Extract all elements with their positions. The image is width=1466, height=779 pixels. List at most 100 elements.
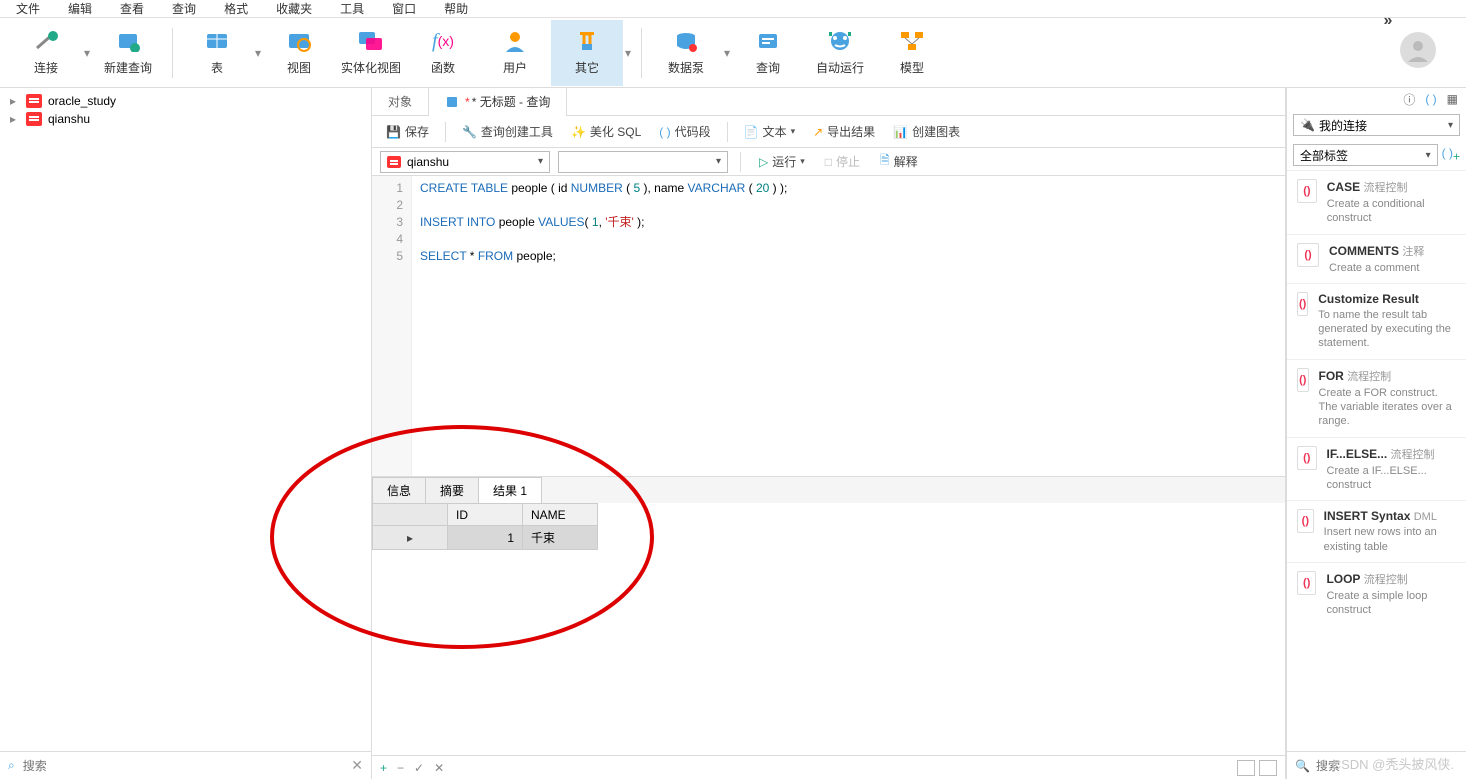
tb-fx[interactable]: f(x)函数 bbox=[407, 20, 479, 86]
tb-other-dd[interactable]: ▾ bbox=[623, 21, 633, 85]
explain-icon: 🗎 bbox=[880, 151, 890, 172]
text-icon: 📄 bbox=[744, 125, 759, 139]
sidebar-search-input[interactable] bbox=[23, 759, 344, 773]
info-icon[interactable]: ⓘ bbox=[1403, 91, 1415, 108]
snippet-button[interactable]: ( )代码段 bbox=[653, 121, 716, 142]
result-tabs: 信息 摘要 结果 1 bbox=[372, 477, 1285, 503]
result-footer: + − ✓ ✕ bbox=[372, 755, 1285, 779]
del-row-icon[interactable]: − bbox=[397, 761, 404, 775]
chart-button[interactable]: 📊创建图表 bbox=[887, 121, 966, 142]
play-icon: ▷ bbox=[759, 155, 768, 169]
menu-file[interactable]: 文件 bbox=[16, 0, 40, 17]
expand-icon[interactable]: ▸ bbox=[10, 112, 20, 126]
text-button[interactable]: 📄文本▾ bbox=[738, 121, 802, 142]
table-row[interactable]: ▸1千束 bbox=[373, 526, 598, 550]
result-grid[interactable]: IDNAME ▸1千束 bbox=[372, 503, 1285, 550]
snippet-custom-result[interactable]: ()Customize ResultTo name the result tab… bbox=[1287, 283, 1466, 359]
cancel-icon[interactable]: ✕ bbox=[434, 761, 444, 775]
snippet-comments[interactable]: ()COMMENTS 注释Create a comment bbox=[1287, 234, 1466, 283]
avatar-icon[interactable] bbox=[1400, 32, 1436, 68]
chart-icon: 📊 bbox=[893, 125, 908, 139]
menu-view[interactable]: 查看 bbox=[120, 0, 144, 17]
grid-icon[interactable]: ▦ bbox=[1447, 92, 1458, 106]
snippet-insert[interactable]: ()INSERT Syntax DMLInsert new rows into … bbox=[1287, 500, 1466, 562]
stop-icon: □ bbox=[825, 155, 832, 169]
beautify-button[interactable]: ✨美化 SQL bbox=[565, 121, 647, 142]
menu-tools[interactable]: 工具 bbox=[340, 0, 364, 17]
tb-table[interactable]: 表 bbox=[181, 20, 253, 86]
snippet-for[interactable]: ()FOR 流程控制Create a FOR construct. The va… bbox=[1287, 359, 1466, 437]
tb-other[interactable]: 其它 bbox=[551, 20, 623, 86]
tb-user[interactable]: 用户 bbox=[479, 20, 551, 86]
tb-connect[interactable]: 连接 bbox=[10, 20, 82, 86]
overflow-chevron-icon[interactable]: » bbox=[1370, 12, 1406, 32]
tb-query[interactable]: 查询 bbox=[732, 20, 804, 86]
right-search-input[interactable] bbox=[1316, 759, 1466, 773]
tree-item-oracle-study[interactable]: ▸ oracle_study bbox=[0, 92, 371, 110]
tb-view[interactable]: 视图 bbox=[263, 20, 335, 86]
results-pane: 信息 摘要 结果 1 IDNAME ▸1千束 + − ✓ bbox=[372, 476, 1285, 779]
stop-button[interactable]: □停止 bbox=[819, 151, 866, 172]
apply-icon[interactable]: ✓ bbox=[414, 761, 424, 775]
export-button[interactable]: ↗导出结果 bbox=[807, 121, 881, 142]
editor-tabs: 对象 ** 无标题 - 查询 bbox=[372, 88, 1285, 116]
clear-icon[interactable]: ✕ bbox=[351, 757, 363, 774]
snippet-ifelse[interactable]: ()IF...ELSE... 流程控制Create a IF...ELSE...… bbox=[1287, 437, 1466, 501]
tab-query[interactable]: ** 无标题 - 查询 bbox=[429, 88, 567, 115]
tree-item-qianshu[interactable]: ▸ qianshu bbox=[0, 110, 371, 128]
run-button[interactable]: ▷运行▾ bbox=[753, 151, 811, 172]
db-combo[interactable]: qianshu▾ bbox=[380, 151, 550, 173]
tab-objects[interactable]: 对象 bbox=[372, 88, 429, 115]
main-toolbar: » 连接 ▾ 新建查询 表 ▾ 视图 实体化视图 f(x)函数 用户 其它 ▾ … bbox=[0, 18, 1466, 88]
snippet-case[interactable]: ()CASE 流程控制Create a conditional construc… bbox=[1287, 170, 1466, 234]
qbuild-button[interactable]: 🔧查询创建工具 bbox=[456, 121, 559, 142]
tb-pump-dd[interactable]: ▾ bbox=[722, 21, 732, 85]
code-editor[interactable]: 12345 CREATE TABLE people ( id NUMBER ( … bbox=[372, 176, 1285, 476]
save-icon: 💾 bbox=[386, 125, 401, 139]
tb-newquery[interactable]: 新建查询 bbox=[92, 20, 164, 86]
col-name[interactable]: NAME bbox=[523, 504, 598, 526]
add-row-icon[interactable]: + bbox=[380, 761, 387, 775]
snippet-icon: () bbox=[1297, 243, 1319, 267]
tb-pump[interactable]: 数据泵 bbox=[650, 20, 722, 86]
rtab-info[interactable]: 信息 bbox=[372, 477, 426, 503]
menu-window[interactable]: 窗口 bbox=[392, 0, 416, 17]
menu-query[interactable]: 查询 bbox=[172, 0, 196, 17]
filter-icon[interactable]: ⌕ bbox=[8, 758, 15, 773]
menu-format[interactable]: 格式 bbox=[224, 0, 248, 17]
schema-combo[interactable]: ▾ bbox=[558, 151, 728, 173]
myconn-combo[interactable]: 🔌我的连接▾ bbox=[1293, 114, 1460, 136]
save-button[interactable]: 💾保存 bbox=[380, 121, 435, 142]
tb-connect-dd[interactable]: ▾ bbox=[82, 21, 92, 85]
code-text[interactable]: CREATE TABLE people ( id NUMBER ( 5 ), n… bbox=[412, 176, 795, 476]
tb-mview[interactable]: 实体化视图 bbox=[335, 20, 407, 86]
menu-help[interactable]: 帮助 bbox=[444, 0, 468, 17]
right-panel: ⓘ ( ) ▦ 🔌我的连接▾ 全部标签▾ ( )+ ()CASE 流程控制Cre… bbox=[1286, 88, 1466, 779]
tag-combo[interactable]: 全部标签▾ bbox=[1293, 144, 1438, 166]
menu-edit[interactable]: 编辑 bbox=[68, 0, 92, 17]
search-icon[interactable]: 🔍 bbox=[1295, 759, 1310, 773]
tree-label: oracle_study bbox=[48, 94, 116, 108]
col-id[interactable]: ID bbox=[448, 504, 523, 526]
menubar: 文件 编辑 查看 查询 格式 收藏夹 工具 窗口 帮助 bbox=[0, 0, 1466, 18]
tb-auto[interactable]: 自动运行 bbox=[804, 20, 876, 86]
toolbar-sep bbox=[172, 28, 173, 78]
snippet-icon: () bbox=[1297, 368, 1309, 392]
tree-label: qianshu bbox=[48, 112, 90, 126]
grid-view-icon[interactable] bbox=[1237, 760, 1255, 776]
snippet-list[interactable]: ()CASE 流程控制Create a conditional construc… bbox=[1287, 170, 1466, 751]
gutter: 12345 bbox=[372, 176, 412, 476]
tb-table-dd[interactable]: ▾ bbox=[253, 21, 263, 85]
form-view-icon[interactable] bbox=[1259, 760, 1277, 776]
explain-button[interactable]: 🗎解释 bbox=[874, 149, 924, 174]
tb-model[interactable]: 模型 bbox=[876, 20, 948, 86]
expand-icon[interactable]: ▸ bbox=[10, 94, 20, 108]
paren-icon[interactable]: ( ) bbox=[1425, 92, 1436, 106]
menu-fav[interactable]: 收藏夹 bbox=[276, 0, 312, 17]
rtab-summary[interactable]: 摘要 bbox=[425, 477, 479, 503]
row-indicator: ▸ bbox=[373, 526, 448, 550]
snippet-loop[interactable]: ()LOOP 流程控制Create a simple loop construc… bbox=[1287, 562, 1466, 626]
add-paren-icon[interactable]: ( )+ bbox=[1442, 146, 1460, 163]
editor-toolbar: 💾保存 🔧查询创建工具 ✨美化 SQL ( )代码段 📄文本▾ ↗导出结果 📊创… bbox=[372, 116, 1285, 148]
rtab-result1[interactable]: 结果 1 bbox=[478, 477, 542, 503]
